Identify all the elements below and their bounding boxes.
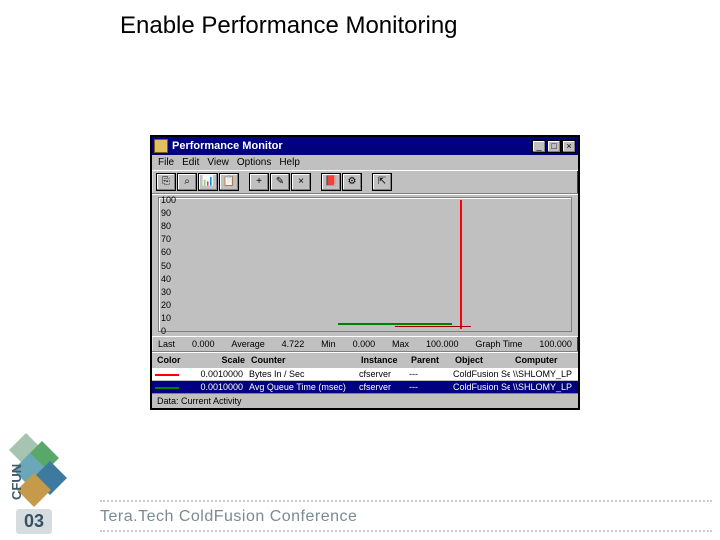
series-line-green [338, 323, 453, 325]
th-computer: Computer [512, 354, 576, 366]
table-row[interactable]: 0.0010000Avg Queue Time (msec)cfserver--… [152, 380, 578, 393]
divider-dots-top [100, 500, 712, 502]
y-tick: 20 [161, 300, 171, 310]
menu-options[interactable]: Options [237, 157, 271, 168]
stat-avg-value: 4.722 [282, 339, 305, 349]
th-counter: Counter [248, 354, 358, 366]
toolbar: ⎘ ⌕ 📊 📋 + ✎ × 📕 ⚙ ⇱ [152, 170, 578, 194]
stat-graph-label: Graph Time [475, 339, 522, 349]
log-view-icon[interactable]: 📊 [198, 173, 218, 191]
slide-title: Enable Performance Monitoring [120, 12, 458, 40]
stat-min-value: 0.000 [353, 339, 376, 349]
stat-last-value: 0.000 [192, 339, 215, 349]
delete-counter-button[interactable]: × [291, 173, 311, 191]
status-bar: Data: Current Activity [152, 393, 578, 408]
stat-avg-label: Average [231, 339, 264, 349]
close-button[interactable]: × [562, 140, 576, 153]
chart-plot: 1009080706050403020100 [158, 197, 572, 332]
add-counter-button[interactable]: + [249, 173, 269, 191]
options-button[interactable]: ⚙ [342, 173, 362, 191]
app-icon [154, 139, 168, 153]
th-scale: Scale [198, 354, 248, 366]
divider-dots-bottom [100, 530, 712, 532]
titlebar[interactable]: Performance Monitor _ □ × [152, 137, 578, 155]
stat-max-label: Max [392, 339, 409, 349]
counter-table-header: Color Scale Counter Instance Parent Obje… [152, 352, 578, 367]
export-button[interactable]: ⇱ [372, 173, 392, 191]
time-marker-line [460, 200, 462, 329]
menu-edit[interactable]: Edit [182, 157, 199, 168]
cfun-year: 03 [16, 509, 52, 534]
series-line-red [395, 326, 471, 327]
th-object: Object [452, 354, 512, 366]
menu-view[interactable]: View [207, 157, 229, 168]
y-tick: 10 [161, 313, 171, 323]
th-instance: Instance [358, 354, 408, 366]
bookmark-button[interactable]: 📕 [321, 173, 341, 191]
y-tick: 80 [161, 221, 171, 231]
perfmon-window: Performance Monitor _ □ × File Edit View… [150, 135, 580, 410]
th-parent: Parent [408, 354, 452, 366]
y-tick: 30 [161, 287, 171, 297]
edit-counter-button[interactable]: ✎ [270, 173, 290, 191]
y-tick: 100 [161, 195, 176, 205]
window-title: Performance Monitor [172, 140, 531, 152]
y-tick: 40 [161, 274, 171, 284]
stat-max-value: 100.000 [426, 339, 459, 349]
stats-bar: Last 0.000 Average 4.722 Min 0.000 Max 1… [152, 336, 578, 352]
y-tick: 50 [161, 261, 171, 271]
maximize-button[interactable]: □ [547, 140, 561, 153]
menubar: File Edit View Options Help [152, 155, 578, 170]
y-tick: 60 [161, 247, 171, 257]
cfun-text: CFUN [9, 464, 24, 500]
menu-file[interactable]: File [158, 157, 174, 168]
conference-title: Tera.Tech ColdFusion Conference [100, 508, 357, 526]
th-color: Color [154, 354, 198, 366]
chart-view-icon[interactable]: ⎘ [156, 173, 176, 191]
alert-view-icon[interactable]: ⌕ [177, 173, 197, 191]
menu-help[interactable]: Help [279, 157, 300, 168]
chart-plot-region [185, 200, 567, 329]
y-tick: 70 [161, 234, 171, 244]
y-tick: 0 [161, 326, 166, 336]
stat-graph-value: 100.000 [539, 339, 572, 349]
stat-min-label: Min [321, 339, 336, 349]
report-view-icon[interactable]: 📋 [219, 173, 239, 191]
stat-last-label: Last [158, 339, 175, 349]
y-tick: 90 [161, 208, 171, 218]
minimize-button[interactable]: _ [532, 140, 546, 153]
table-row[interactable]: 0.0010000Bytes In / Seccfserver---ColdFu… [152, 367, 578, 380]
chart-area: 1009080706050403020100 [152, 194, 578, 336]
slide-footer: CFUN 03 Tera.Tech ColdFusion Conference [0, 480, 720, 540]
